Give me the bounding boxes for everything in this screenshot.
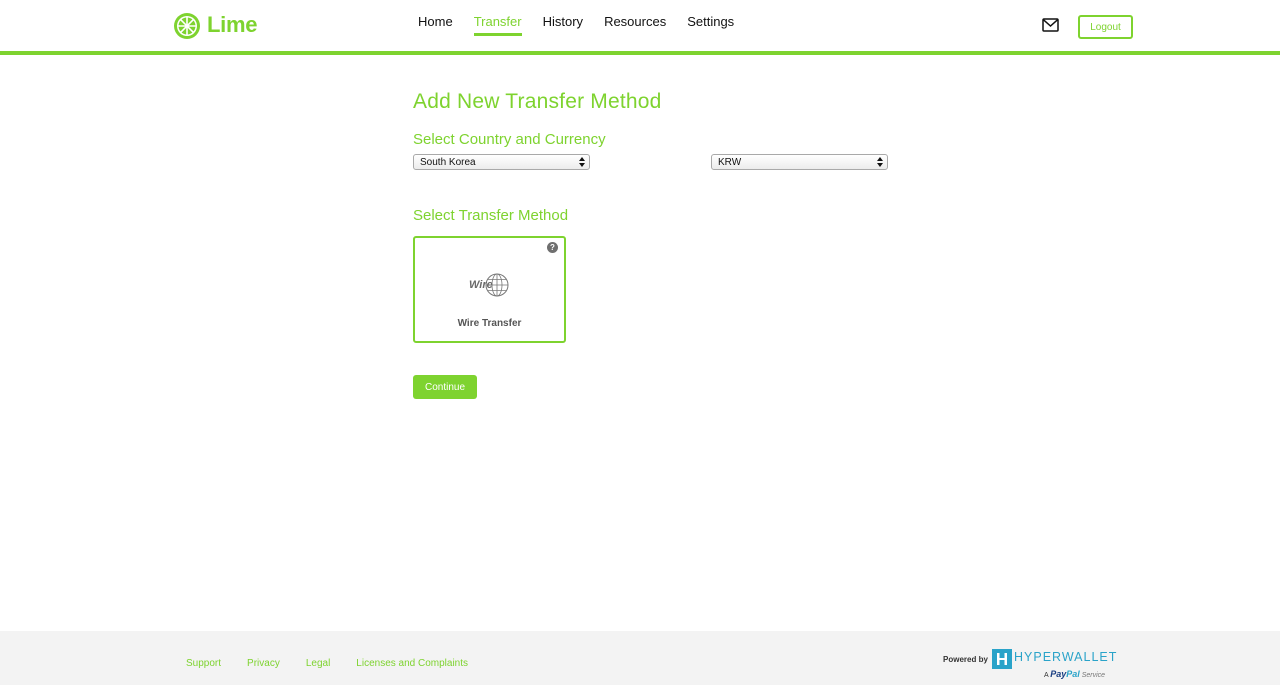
currency-select-value: KRW: [718, 156, 742, 168]
hyperwallet-wordmark: HYPERWALLET: [1014, 650, 1118, 664]
main-nav: Home Transfer History Resources Settings: [418, 14, 755, 36]
currency-select[interactable]: KRW: [711, 154, 888, 170]
nav-settings[interactable]: Settings: [687, 14, 734, 35]
lime-logo[interactable]: Lime: [173, 12, 257, 40]
tagline-prefix: A: [1044, 672, 1049, 679]
logo-text: Lime: [207, 12, 258, 37]
page-title: Add New Transfer Method: [413, 90, 662, 113]
lime-logo-icon: [174, 13, 200, 39]
footer-link-privacy[interactable]: Privacy: [247, 658, 280, 669]
country-select-value: South Korea: [420, 156, 476, 168]
powered-by-text: Powered by: [943, 655, 988, 664]
footer: Support Privacy Legal Licenses and Compl…: [0, 631, 1280, 685]
country-select[interactable]: South Korea: [413, 154, 590, 170]
question-mark-icon[interactable]: ?: [547, 242, 558, 253]
paypal-service-line: A PayPal Service: [1044, 669, 1105, 679]
top-header: Lime Home Transfer History Resources Set…: [0, 0, 1280, 55]
wire-globe-icon: Wire: [469, 273, 509, 297]
continue-button[interactable]: Continue: [413, 375, 477, 399]
transfer-method-heading: Select Transfer Method: [413, 207, 569, 224]
paypal-pay: Pay: [1050, 669, 1067, 679]
select-arrows-icon: [877, 157, 883, 167]
paypal-pal: Pal: [1066, 669, 1080, 679]
nav-history[interactable]: History: [543, 14, 583, 35]
wire-transfer-label: Wire Transfer: [457, 318, 522, 329]
tagline-suffix: Service: [1081, 672, 1106, 679]
mail-icon[interactable]: [1042, 18, 1059, 32]
footer-link-legal[interactable]: Legal: [306, 658, 330, 669]
logout-button[interactable]: Logout: [1078, 15, 1133, 39]
footer-links: Support Privacy Legal Licenses and Compl…: [186, 658, 494, 669]
select-arrows-icon: [579, 157, 585, 167]
hyperwallet-logo-icon: [992, 649, 1012, 669]
wire-transfer-card[interactable]: ? Wire Wire Transfer: [413, 236, 566, 343]
country-currency-heading: Select Country and Currency: [413, 131, 606, 148]
nav-transfer[interactable]: Transfer: [473, 14, 522, 36]
nav-home[interactable]: Home: [418, 14, 453, 35]
footer-link-licenses[interactable]: Licenses and Complaints: [356, 658, 468, 669]
powered-by-hyperwallet: Powered by HYPERWALLET A PayPal Service: [943, 649, 1116, 679]
wire-logo-text: Wire: [469, 279, 493, 291]
footer-link-support[interactable]: Support: [186, 658, 221, 669]
nav-resources[interactable]: Resources: [604, 14, 666, 35]
